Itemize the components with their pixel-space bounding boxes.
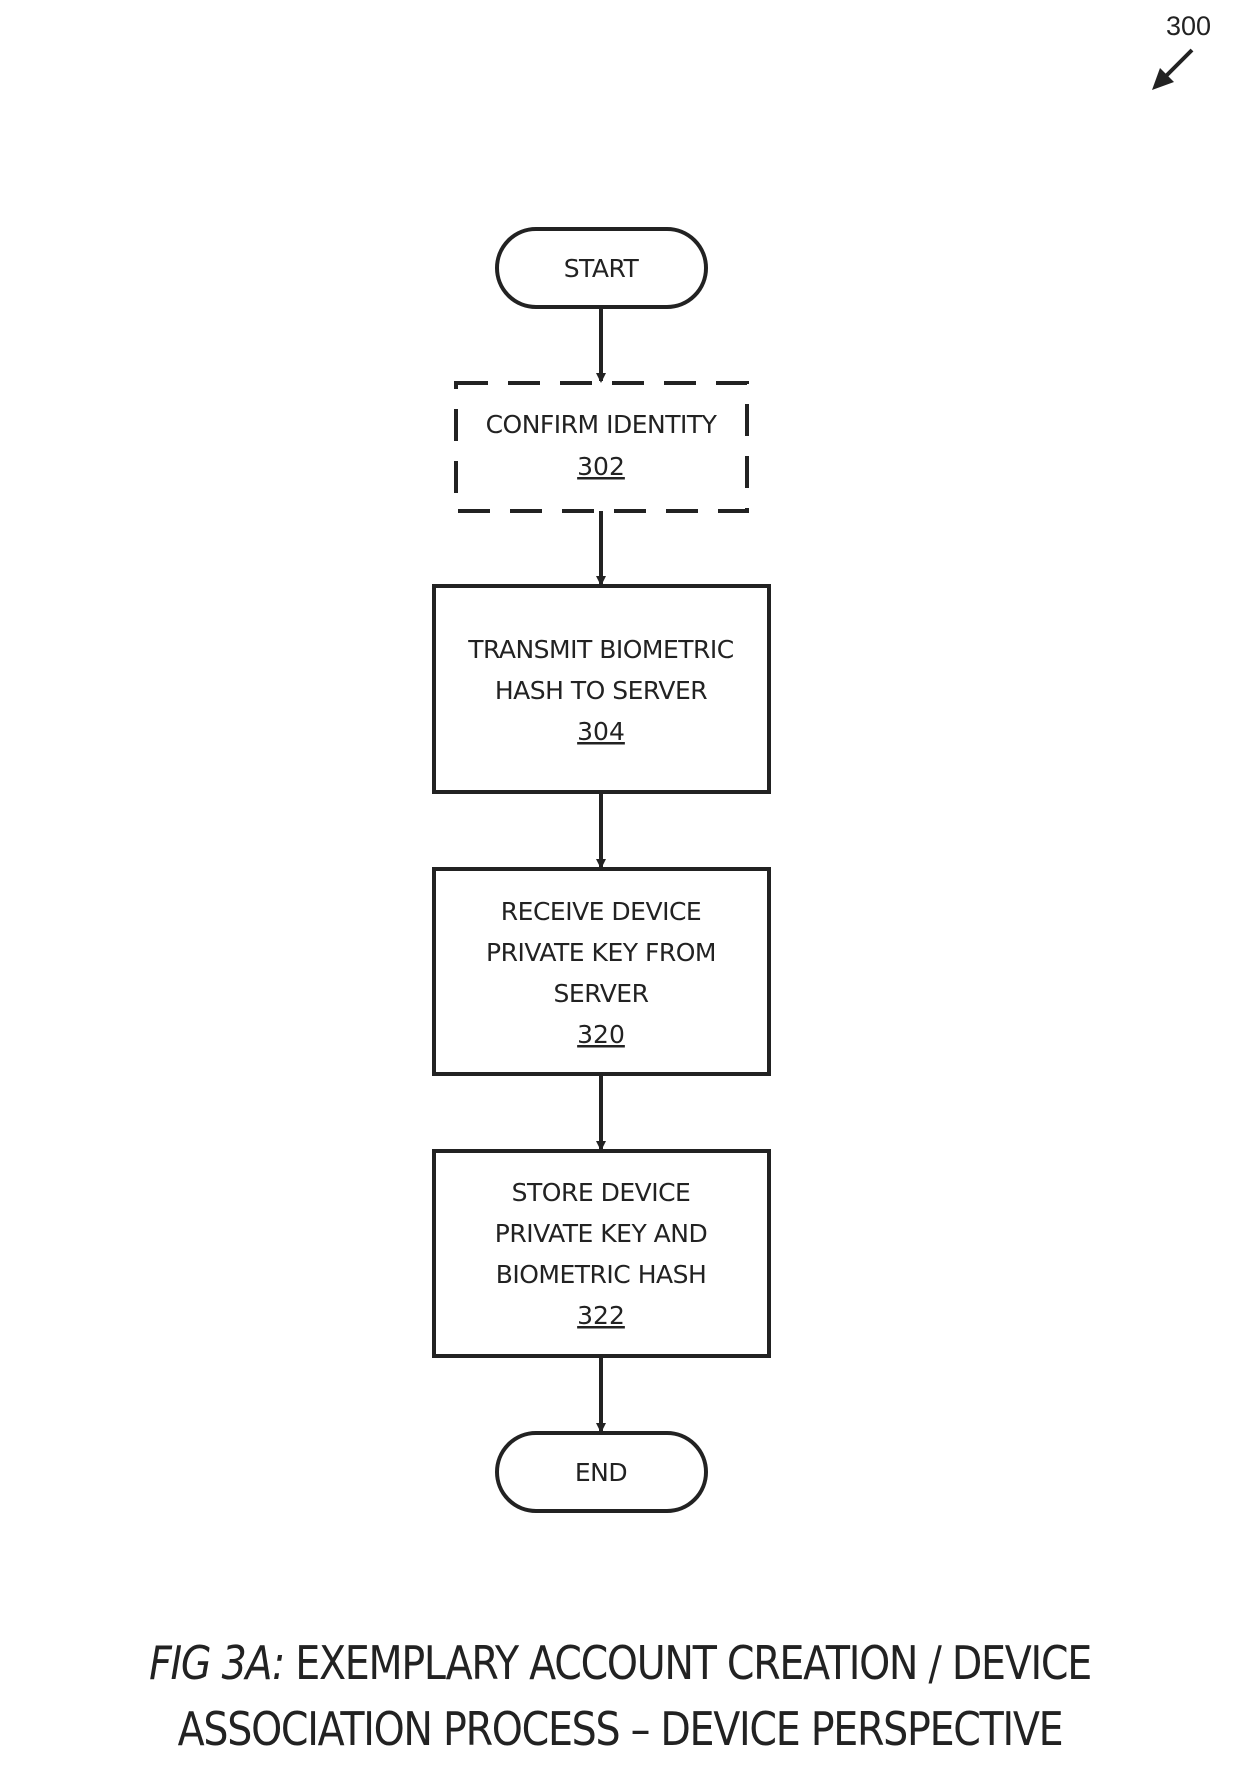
step-ref-number: 302 xyxy=(577,452,625,481)
step-label-line: PRIVATE KEY FROM xyxy=(486,938,716,967)
step-label-line: HASH TO SERVER xyxy=(495,676,707,705)
figure-label: FIG 3A: xyxy=(149,1636,285,1690)
start-terminator: START xyxy=(495,227,708,309)
figure-caption-text: EXEMPLARY ACCOUNT CREATION / DEVICE xyxy=(284,1636,1092,1690)
step-label-line: RECEIVE DEVICE xyxy=(501,897,701,926)
step-label-line: TRANSMIT BIOMETRIC xyxy=(467,635,734,664)
step-label-line: PRIVATE KEY AND xyxy=(495,1219,707,1248)
step-ref-number: 322 xyxy=(577,1301,625,1330)
step-ref-number: 320 xyxy=(577,1020,625,1049)
step-label-line: CONFIRM IDENTITY xyxy=(486,410,718,439)
step-label-line: STORE DEVICE xyxy=(512,1178,691,1207)
figure-reference-number: 300 xyxy=(1166,11,1211,41)
end-label: END xyxy=(575,1458,627,1487)
end-terminator: END xyxy=(495,1431,708,1513)
step-label-line: BIOMETRIC HASH xyxy=(496,1260,707,1289)
step-confirm-identity: CONFIRM IDENTITY 302 xyxy=(454,381,749,513)
start-label: START xyxy=(564,254,640,283)
step-ref-number: 304 xyxy=(577,717,625,746)
figure-caption-line-1: FIG 3A: EXEMPLARY ACCOUNT CREATION / DEV… xyxy=(87,1636,1153,1690)
figure-caption-line-2: ASSOCIATION PROCESS – DEVICE PERSPECTIVE xyxy=(177,1702,1064,1756)
flowchart-diagram: 300 START CONFIRM IDENTITY 302 TRANSMIT … xyxy=(432,11,1211,1513)
step-transmit-biometric-hash: TRANSMIT BIOMETRIC HASH TO SERVER 304 xyxy=(432,584,771,794)
step-receive-device-private-key: RECEIVE DEVICE PRIVATE KEY FROM SERVER 3… xyxy=(432,867,771,1076)
step-store-device-private-key: STORE DEVICE PRIVATE KEY AND BIOMETRIC H… xyxy=(432,1149,771,1358)
figure-reference-arrow-icon xyxy=(1152,48,1194,90)
step-label-line: SERVER xyxy=(554,979,649,1008)
